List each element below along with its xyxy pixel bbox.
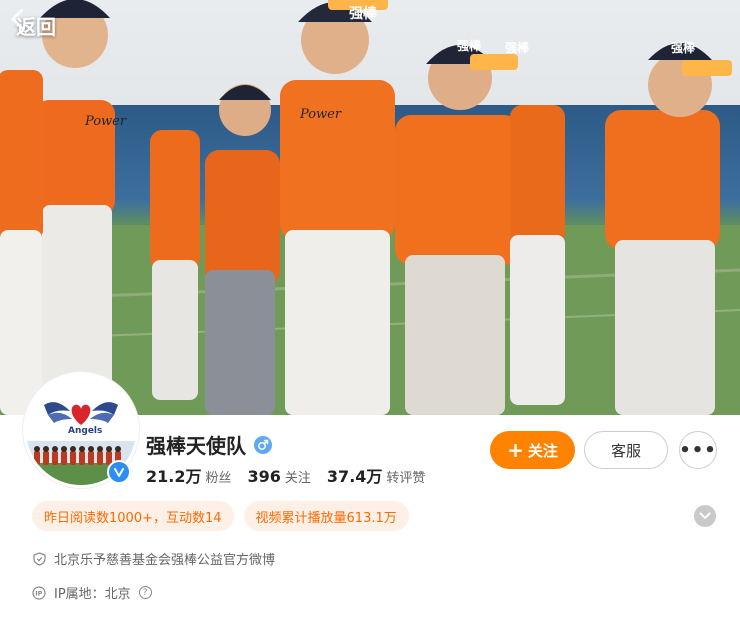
ip-location-row: IP IP属地：北京 ?	[32, 583, 152, 602]
svg-text:强棒: 强棒	[505, 40, 530, 55]
male-gender-icon	[254, 435, 272, 454]
help-question-icon[interactable]: ?	[138, 586, 152, 599]
more-dots-icon: •••	[679, 439, 717, 461]
profile-stats: 21.2万 粉丝 396 关注 37.4万 转评赞	[146, 463, 441, 487]
plus-icon: +	[507, 438, 524, 462]
svg-text:IP: IP	[35, 589, 42, 597]
follow-label: 关注	[527, 441, 558, 460]
avatar-logo-text: Angels	[68, 426, 102, 436]
tag-video-stats[interactable]: 视频累计播放量613.1万	[243, 501, 409, 531]
svg-text:Power: Power	[84, 114, 127, 129]
profile-name-row: 强棒天使队	[146, 430, 272, 459]
stat-engagement[interactable]: 37.4万 转评赞	[327, 463, 426, 487]
back-button[interactable]: 返回	[10, 8, 56, 42]
stat-value: 21.2万	[146, 467, 202, 486]
cap-text: 强棒	[349, 5, 378, 22]
profile-description: 北京乐予慈善基金会强棒公益官方微博	[54, 553, 276, 568]
stat-label: 关注	[284, 471, 311, 486]
cover-photo: 强棒 强棒 强棒 强棒 Power Power 返回	[0, 0, 740, 415]
stat-followers[interactable]: 21.2万 粉丝	[146, 463, 232, 487]
follow-button[interactable]: + 关注	[490, 431, 575, 469]
stat-value: 396	[247, 467, 281, 486]
stat-following[interactable]: 396 关注	[248, 467, 311, 486]
shield-icon	[32, 551, 46, 566]
description-row: 北京乐予慈善基金会强棒公益官方微博	[32, 549, 275, 568]
stats-tags: 昨日阅读数1000+，互动数14 视频累计播放量613.1万	[32, 501, 409, 531]
expand-chevron-down-icon[interactable]	[694, 505, 716, 527]
svg-text:强棒: 强棒	[671, 40, 696, 55]
more-options-button[interactable]: •••	[679, 431, 717, 469]
customer-service-button[interactable]: 客服	[584, 431, 668, 469]
stat-label: 转评赞	[386, 471, 426, 486]
jersey-text: Power	[299, 107, 342, 122]
stat-value: 37.4万	[326, 467, 383, 486]
verified-badge-icon	[107, 460, 131, 484]
profile-name: 强棒天使队	[146, 434, 246, 458]
stat-label: 粉丝	[205, 471, 232, 486]
cover-illustration: 强棒 强棒 强棒 强棒 Power Power	[0, 0, 740, 415]
svg-text:强棒: 强棒	[457, 38, 482, 53]
ip-location-icon: IP	[32, 585, 46, 600]
tag-reading-stats[interactable]: 昨日阅读数1000+，互动数14	[32, 501, 234, 531]
ip-location-text: IP属地：北京	[54, 587, 131, 602]
service-label: 客服	[610, 441, 641, 460]
